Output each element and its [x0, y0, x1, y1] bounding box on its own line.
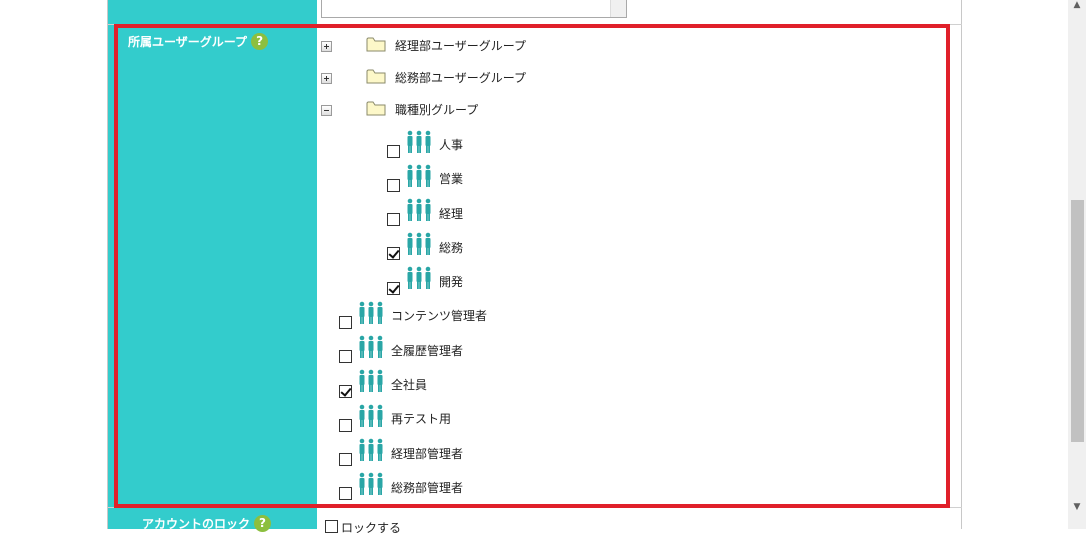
table-border-left	[107, 0, 108, 529]
scroll-down-icon[interactable]: ▼	[1071, 502, 1083, 512]
lock-checkbox[interactable]	[325, 520, 338, 533]
highlight-box	[114, 24, 950, 508]
previous-textarea[interactable]	[321, 0, 627, 18]
scroll-up-icon[interactable]: ▲	[1071, 0, 1083, 10]
table-border-right	[961, 0, 962, 529]
lock-row-label-text: アカウントのロック	[142, 517, 251, 531]
textarea-resize-handle[interactable]	[610, 0, 626, 17]
lock-row-label: アカウントのロック ?	[142, 515, 272, 532]
lock-checkbox-label[interactable]: ロックする	[341, 519, 401, 536]
help-icon[interactable]: ?	[254, 515, 272, 532]
scrollbar-thumb[interactable]	[1071, 200, 1084, 442]
